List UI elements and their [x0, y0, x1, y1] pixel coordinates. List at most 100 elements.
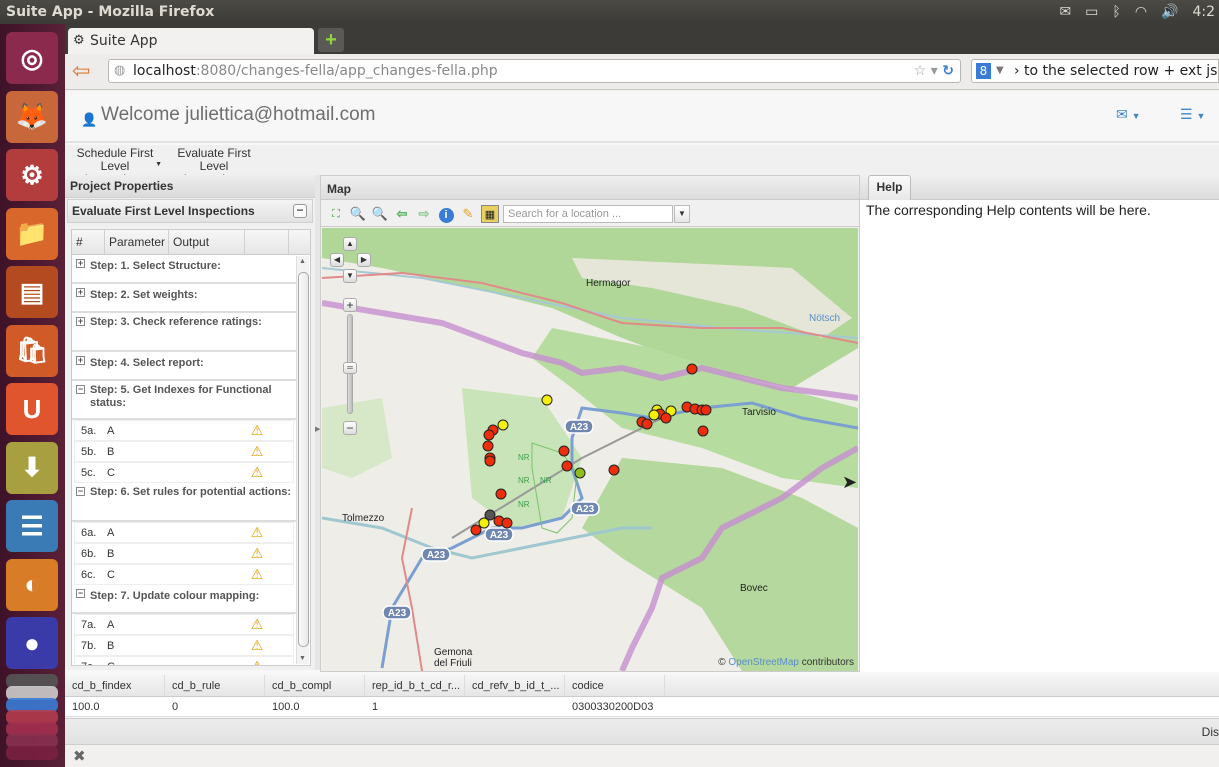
pan-right-icon[interactable]: ▶ — [357, 253, 371, 267]
envelope-icon[interactable]: ✉ — [1059, 0, 1071, 24]
list-item[interactable]: 7b. B ⚠ — [74, 635, 294, 656]
clock[interactable]: 4:2 — [1192, 0, 1215, 24]
search-engine-dropdown-icon[interactable]: ▼ — [996, 60, 1004, 82]
warning-icon[interactable]: ⚠ — [247, 545, 267, 562]
url-bar[interactable]: ◍ localhost:8080/changes-fella/app_chang… — [108, 59, 961, 83]
inspection-marker[interactable] — [561, 460, 573, 472]
col-header-0[interactable]: cd_b_findex — [65, 675, 165, 696]
messages-menu-button[interactable]: ✉ ▼ — [1116, 106, 1141, 123]
step-group-header[interactable]: − Step: 6. Set rules for potential action… — [72, 483, 296, 522]
col-header-output[interactable]: Output — [169, 230, 245, 254]
inspection-marker[interactable] — [484, 455, 496, 467]
inspection-marker[interactable] — [483, 429, 495, 441]
scroll-up-arrow-icon[interactable]: ▲ — [299, 258, 306, 265]
launcher-stacked-icon[interactable] — [6, 746, 58, 760]
inspection-marker[interactable] — [558, 445, 570, 457]
wifi-icon[interactable]: ◠ — [1135, 0, 1147, 24]
table-row[interactable]: 100.0 0 100.0 1 0300330200D03 — [65, 697, 1219, 717]
inspection-marker[interactable] — [686, 363, 698, 375]
launcher-meld-icon[interactable]: ◐ — [6, 558, 58, 611]
zoom-extent-icon[interactable]: ⛶ — [327, 205, 345, 223]
zoom-slider-handle[interactable]: ═ — [343, 362, 357, 374]
warning-icon[interactable]: ⚠ — [247, 658, 267, 665]
warning-icon[interactable]: ⚠ — [247, 443, 267, 460]
inspection-marker[interactable] — [482, 440, 494, 452]
map-canvas[interactable]: NR NR NR NR A23 A23 A23 A23 A23 Hermagor Nötsch T… — [322, 228, 858, 671]
list-item[interactable]: 5c. C ⚠ — [74, 462, 294, 483]
inspection-marker[interactable] — [574, 467, 586, 479]
reload-icon[interactable]: ↻ — [942, 63, 954, 79]
expand-icon[interactable]: + — [76, 317, 85, 326]
step-group-header[interactable]: − Step: 5. Get Indexes for Functional sta… — [72, 381, 296, 420]
warning-icon[interactable]: ⚠ — [247, 524, 267, 541]
pan-left-icon[interactable]: ◀ — [330, 253, 344, 267]
back-arrow-icon[interactable]: ⇦ — [72, 60, 90, 82]
list-item[interactable]: 5b. B ⚠ — [74, 441, 294, 462]
inspection-marker[interactable] — [495, 488, 507, 500]
inspection-marker[interactable] — [697, 425, 709, 437]
volume-icon[interactable]: 🔊 — [1161, 0, 1178, 24]
warning-icon[interactable]: ⚠ — [247, 637, 267, 654]
list-item[interactable]: 6a. A ⚠ — [74, 522, 294, 543]
list-item[interactable]: 7a. A ⚠ — [74, 614, 294, 635]
forward-arrow-icon[interactable]: ⇨ — [415, 205, 433, 223]
step-group-header[interactable]: + Step: 2. Set weights: — [72, 284, 296, 313]
launcher-eclipse-icon[interactable]: ● — [6, 617, 58, 669]
bluetooth-icon[interactable]: ᛒ — [1112, 0, 1120, 24]
zoom-out-button[interactable]: − — [343, 421, 357, 435]
web-search-bar[interactable]: 8 ▼ › to the selected row + ext js 3.4 — [971, 59, 1219, 83]
step-group-header[interactable]: − Step: 7. Update colour mapping: — [72, 585, 296, 614]
inspection-marker[interactable] — [648, 409, 660, 421]
battery-icon[interactable]: ▭ — [1085, 0, 1098, 24]
col-header-1[interactable]: cd_b_rule — [165, 675, 265, 696]
collapse-icon[interactable]: − — [76, 385, 85, 394]
collapse-button[interactable]: − — [293, 204, 307, 218]
history-dropdown-icon[interactable]: ▾ — [931, 63, 938, 79]
launcher-firefox-icon[interactable]: 🦊 — [6, 90, 58, 143]
col-header-3[interactable]: rep_id_b_t_cd_r... — [365, 675, 465, 696]
location-search-dropdown-icon[interactable]: ▼ — [674, 204, 690, 223]
list-item[interactable]: 6b. B ⚠ — [74, 543, 294, 564]
bookmark-star-icon[interactable]: ☆ — [914, 63, 927, 79]
launcher-software-center-icon[interactable]: 🛍 — [6, 324, 58, 377]
warning-icon[interactable]: ⚠ — [247, 464, 267, 481]
launcher-libreoffice-impress-icon[interactable]: ▤ — [6, 266, 58, 318]
col-header-num[interactable]: # — [72, 230, 105, 254]
step-group-header[interactable]: + Step: 3. Check reference ratings: — [72, 313, 296, 352]
col-header-parameter[interactable]: Parameter — [105, 230, 169, 254]
inspection-marker[interactable] — [501, 517, 513, 529]
browser-tab-suite-app[interactable]: ⚙ Suite App — [68, 28, 314, 54]
col-header-2[interactable]: cd_b_compl — [265, 675, 365, 696]
pan-down-icon[interactable]: ▼ — [343, 269, 357, 283]
osm-link[interactable]: OpenStreetMap — [728, 657, 799, 668]
step-group-header[interactable]: + Step: 4. Select report: — [72, 352, 296, 381]
collapse-icon[interactable]: − — [76, 589, 85, 598]
scroll-down-arrow-icon[interactable]: ▼ — [299, 655, 306, 662]
inspection-marker[interactable] — [478, 517, 490, 529]
scroll-thumb[interactable] — [298, 272, 309, 647]
expand-icon[interactable]: + — [76, 356, 85, 365]
warning-icon[interactable]: ⚠ — [247, 566, 267, 583]
launcher-archive-manager-icon[interactable]: ⬇ — [6, 441, 58, 494]
launcher-planner-icon[interactable]: ☰ — [6, 500, 58, 552]
grid-scrollbar[interactable]: ▲ ▼ — [296, 256, 309, 664]
inspection-marker[interactable] — [470, 524, 482, 536]
google-search-engine-icon[interactable]: 8 — [976, 63, 991, 79]
list-item[interactable]: 7c.C⚠ — [74, 656, 294, 665]
step-group-header[interactable]: + Step: 1. Select Structure: — [72, 255, 296, 284]
tab-help[interactable]: Help — [868, 175, 911, 200]
launcher-files-icon[interactable]: 📁 — [6, 207, 58, 260]
inspection-marker[interactable] — [541, 394, 553, 406]
layer-map-icon[interactable]: ▦ — [481, 204, 499, 223]
map-view[interactable]: NR NR NR NR A23 A23 A23 A23 A23 Hermagor Nötsch T… — [322, 228, 858, 671]
expand-icon[interactable]: + — [76, 288, 85, 297]
inspection-marker[interactable] — [497, 419, 509, 431]
warning-icon[interactable]: ⚠ — [247, 422, 267, 439]
launcher-ubuntu-dash-icon[interactable]: ◎ — [6, 32, 58, 84]
inspection-marker[interactable] — [700, 404, 712, 416]
inspection-marker[interactable] — [641, 418, 653, 430]
warning-icon[interactable]: ⚠ — [247, 616, 267, 633]
edit-add-pencil-icon[interactable]: ✎ — [459, 205, 477, 223]
main-menu-button[interactable]: ☰ ▼ — [1180, 106, 1205, 123]
location-search-input[interactable]: Search for a location ... ▼ — [503, 204, 690, 223]
